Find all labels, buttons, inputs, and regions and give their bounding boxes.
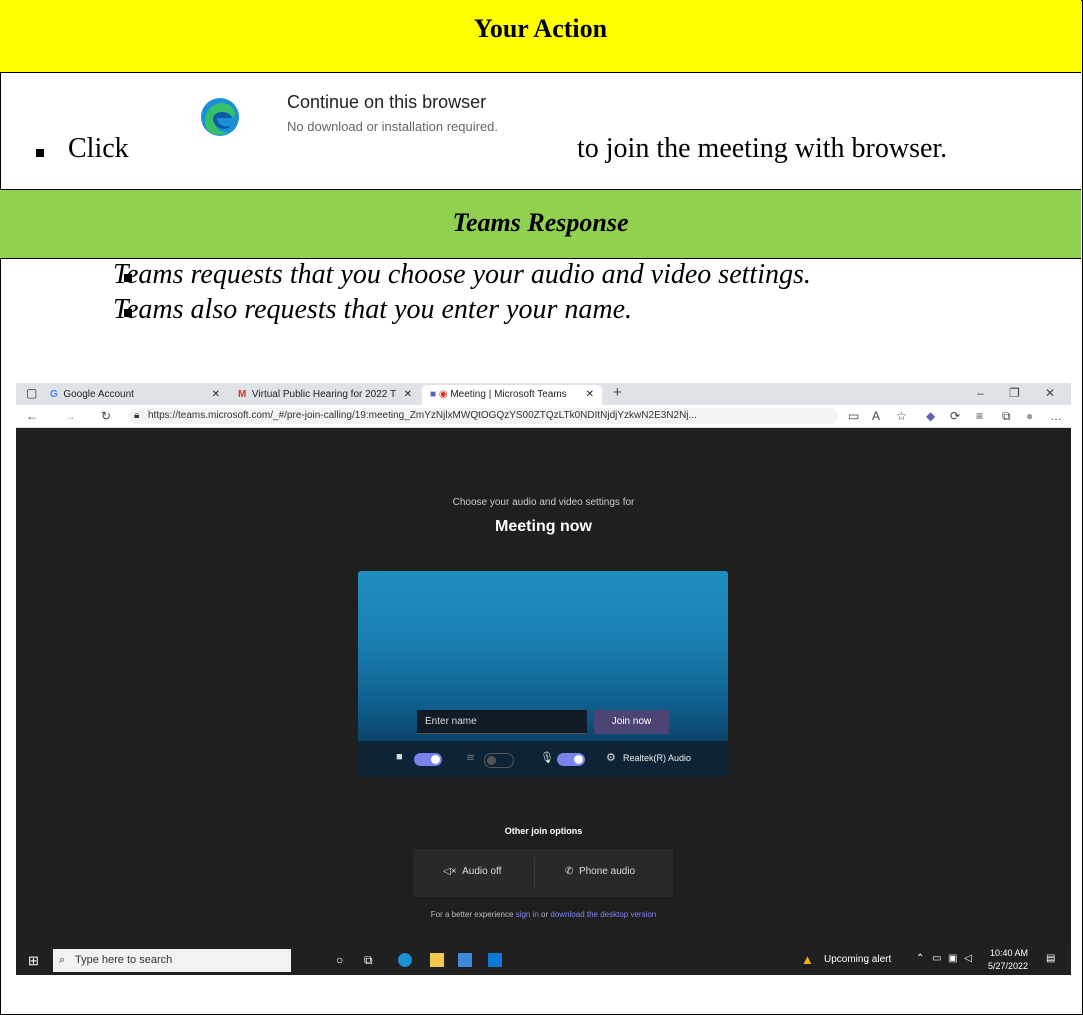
task-view-icon[interactable]: ⧉ [364, 953, 373, 968]
teams-screenshot: ▢ G Google Account ✕ M Virtual Public He… [16, 383, 1071, 975]
clock-time[interactable]: 10:40 AM [990, 948, 1028, 958]
tab-google-account[interactable]: G Google Account ✕ [50, 385, 226, 405]
volume-icon[interactable]: ◁ [964, 953, 972, 964]
notification-icon[interactable]: ▤ [1046, 953, 1055, 964]
browser-tab-bar: ▢ G Google Account ✕ M Virtual Public He… [16, 383, 1071, 405]
prejoin-screen: Choose your audio and video settings for… [16, 428, 1071, 946]
store-icon[interactable] [458, 953, 472, 967]
microphone-icon: 🎙︎ [540, 752, 554, 764]
favorites-icon[interactable]: ≡ [976, 409, 983, 423]
search-icon: ⌕ [59, 954, 66, 966]
phone-audio-option[interactable]: ✆ Phone audio [565, 866, 635, 877]
camera-icon: ■ [396, 751, 403, 763]
more-icon[interactable]: … [1050, 409, 1062, 423]
teams-icon: ■ [430, 389, 437, 400]
close-icon[interactable]: ✕ [212, 385, 220, 405]
response-header: Teams Response [0, 190, 1081, 259]
minimize-icon[interactable]: – [977, 386, 984, 400]
other-join-options: ◁× Audio off ✆ Phone audio [413, 849, 673, 897]
tray-chevron-icon[interactable]: ⌃ [916, 953, 924, 964]
warning-icon: ▲ [801, 952, 814, 967]
tab-actions-icon[interactable]: ▢ [26, 386, 37, 400]
phone-icon: ✆ [565, 866, 574, 877]
cortana-icon[interactable]: ○ [336, 953, 343, 967]
background-toggle[interactable] [484, 753, 514, 768]
url-field[interactable]: 🔒︎ https://teams.microsoft.com/_#/pre-jo… [128, 408, 838, 424]
choose-settings-text: Choose your audio and video settings for [452, 497, 635, 508]
response-bullet-1: Teams requests that you choose your audi… [113, 259, 811, 290]
meeting-title: Meeting now [495, 518, 592, 535]
close-icon[interactable]: ✕ [404, 385, 412, 405]
file-explorer-icon[interactable] [430, 953, 444, 967]
media-controls: ■ ≋ 🎙︎ ⚙ Realtek(R) Audio [358, 741, 728, 777]
close-icon[interactable]: ✕ [586, 385, 594, 405]
action-tail-text: to join the meeting with browser. [577, 133, 948, 164]
action-header: Your Action [0, 0, 1081, 73]
audio-off-option[interactable]: ◁× Audio off [443, 866, 501, 877]
battery-icon: ▭ [932, 953, 942, 964]
clock-date[interactable]: 5/27/2022 [988, 961, 1028, 971]
back-icon[interactable]: ← [26, 409, 38, 423]
speaker-muted-icon: ◁× [443, 866, 457, 877]
restore-icon[interactable]: ❐ [1009, 386, 1020, 400]
edge-icon [201, 98, 239, 136]
windows-taskbar: ⊞ ⌕ Type here to search ○ ⧉ ▲ Upcoming a… [16, 946, 1071, 975]
extensions-icon[interactable]: ⟳ [950, 409, 960, 423]
other-join-options-title: Other join options [504, 826, 583, 836]
tab-gmail[interactable]: M Virtual Public Hearing for 2022 T ✕ [238, 385, 418, 405]
background-effects-icon: ≋ [466, 752, 476, 764]
response-bullet-2: Teams also requests that you enter your … [113, 294, 632, 325]
video-preview: Enter name Join now ■ ≋ 🎙︎ ⚙ Realtek(R) … [358, 571, 728, 777]
refresh-icon[interactable]: ↻ [101, 409, 111, 423]
record-icon: ◉ [438, 389, 448, 400]
divider [534, 857, 535, 889]
windows-start-icon[interactable]: ⊞ [28, 953, 39, 969]
microphone-toggle[interactable] [557, 753, 585, 766]
read-aloud-icon[interactable]: A [872, 409, 880, 423]
upcoming-alert[interactable]: Upcoming alert [824, 954, 891, 965]
name-input[interactable]: Enter name [417, 710, 587, 734]
action-title: Your Action [473, 14, 608, 43]
network-icon: ▣ [948, 953, 958, 964]
close-window-icon[interactable]: ✕ [1045, 386, 1055, 400]
join-now-button[interactable]: Join now [594, 710, 669, 734]
sign-in-link[interactable]: sign in [516, 910, 539, 919]
response-title: Teams Response [452, 208, 629, 237]
tab-teams[interactable]: ■ ◉ Meeting | Microsoft Teams ✕ [422, 385, 602, 405]
action-body: Click Continue on this browser No downlo… [0, 73, 1081, 190]
favorite-icon[interactable]: ☆ [896, 409, 907, 423]
continue-title: Continue on this browser [287, 92, 487, 112]
download-desktop-link[interactable]: download the desktop version [550, 910, 656, 919]
mail-icon[interactable] [488, 953, 502, 967]
forward-icon[interactable]: → [64, 409, 76, 423]
gmail-icon: M [238, 389, 247, 400]
collections-icon[interactable]: ⧉ [1002, 409, 1011, 424]
address-bar-row: ← → ↻ 🔒︎ https://teams.microsoft.com/_#/… [16, 405, 1071, 428]
continue-subtitle: No download or installation required. [287, 119, 499, 134]
better-experience-text: For a better experience sign in or downl… [430, 910, 657, 919]
camera-icon[interactable]: ▭ [848, 409, 859, 423]
taskbar-search[interactable]: ⌕ Type here to search [53, 949, 291, 972]
camera-toggle[interactable] [414, 753, 442, 766]
lock-icon: 🔒︎ [134, 410, 140, 421]
google-icon: G [50, 389, 58, 400]
device-settings-icon[interactable]: ⚙ [606, 751, 616, 764]
audio-device-label[interactable]: Realtek(R) Audio [623, 753, 691, 763]
click-word: Click [68, 133, 129, 164]
new-tab-icon[interactable]: + [613, 384, 622, 401]
edge-taskbar-icon[interactable] [398, 953, 412, 967]
bullet [36, 149, 44, 157]
extension-icon[interactable]: ◆ [926, 409, 935, 423]
profile-icon[interactable]: ● [1026, 409, 1033, 423]
